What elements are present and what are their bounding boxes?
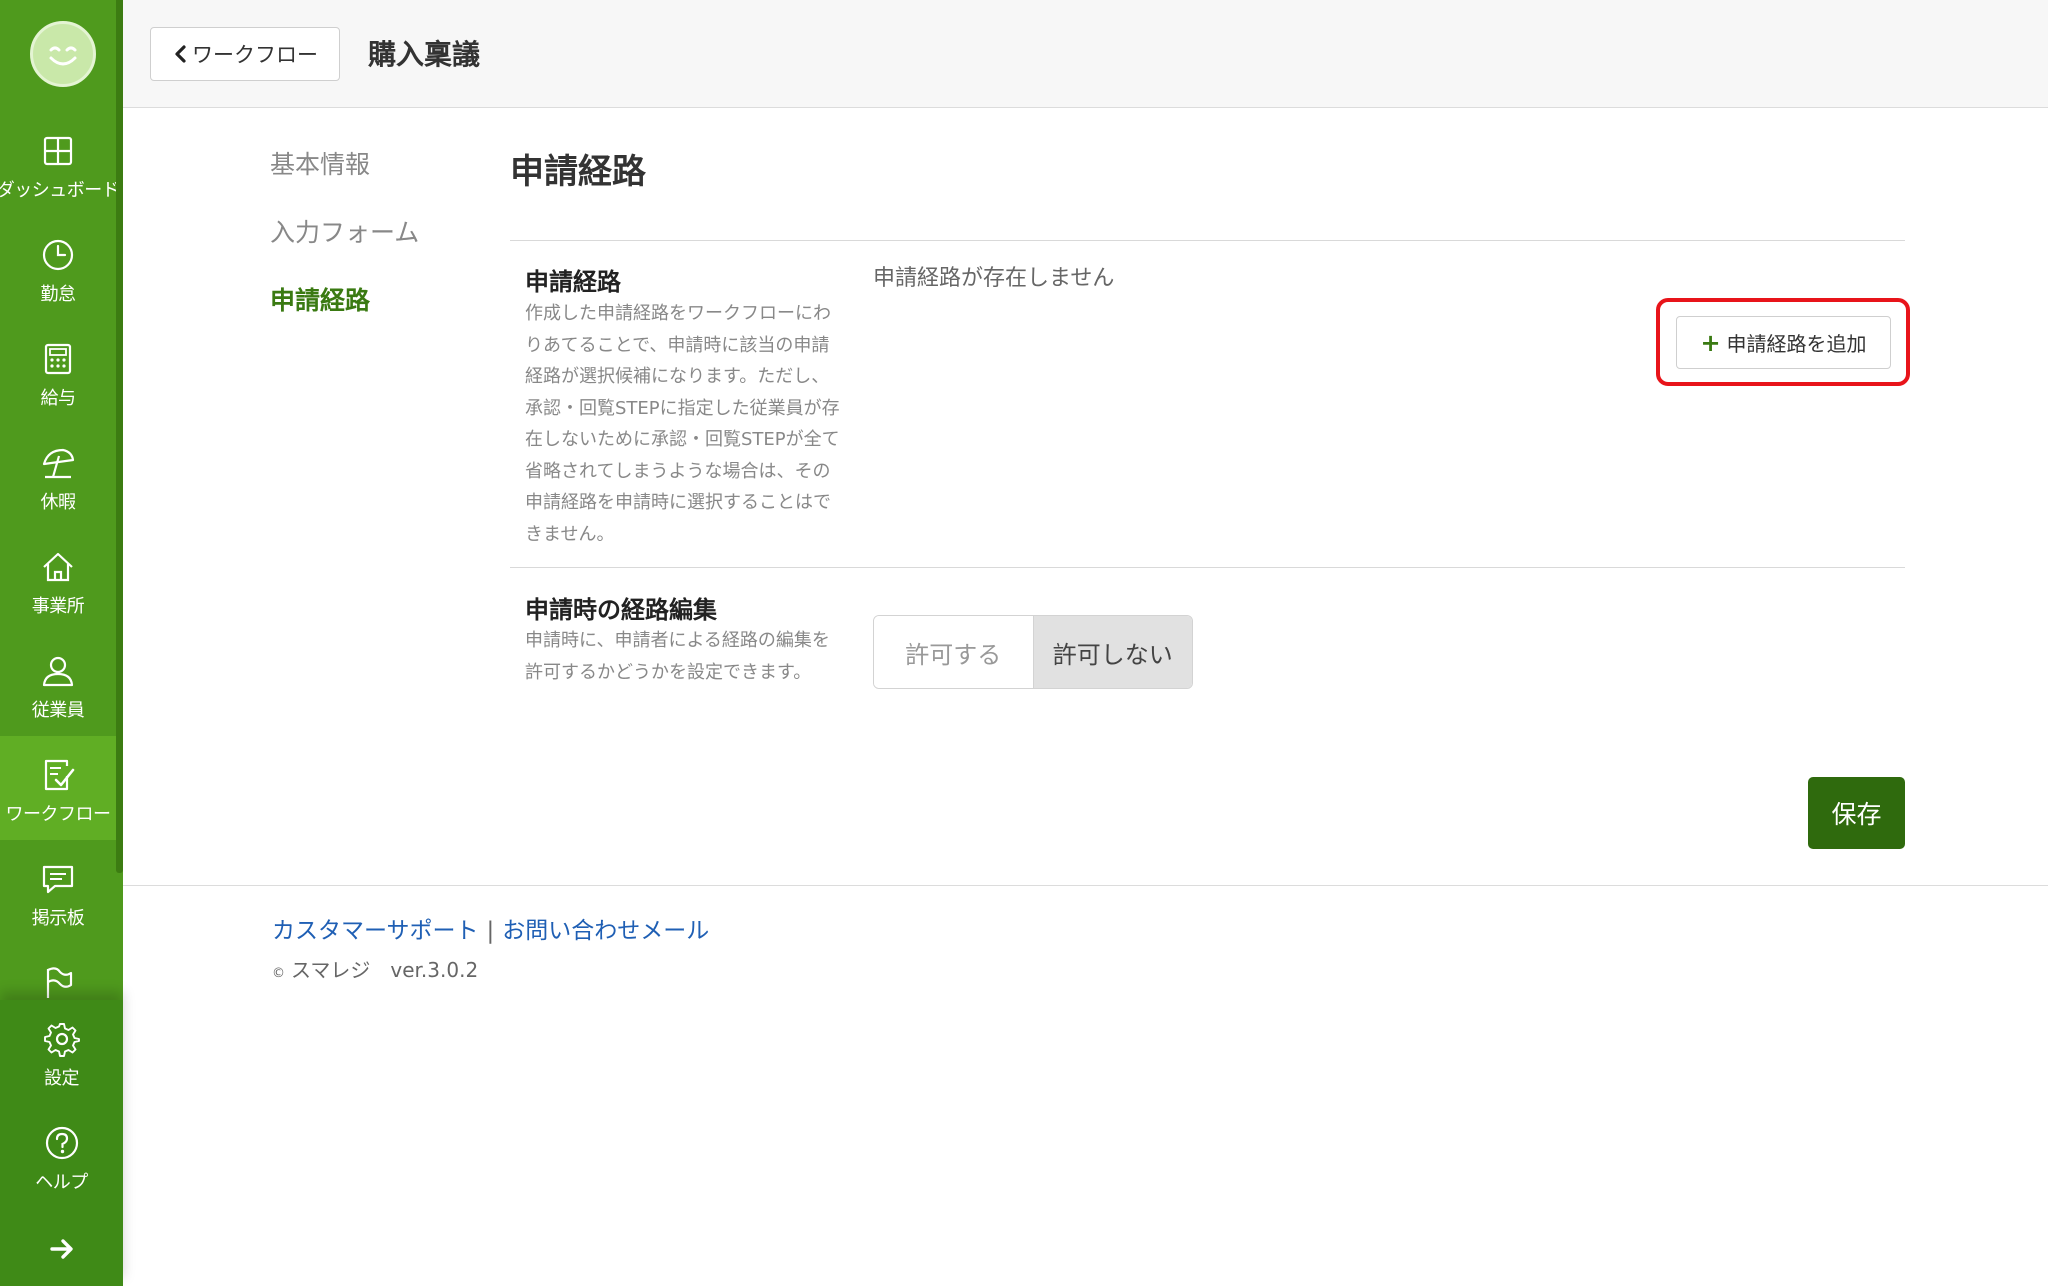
arrow-right-icon: [49, 1239, 73, 1259]
sidebar-item-label: 事業所: [31, 596, 85, 617]
route-edit-row-label: 申請時の経路編集: [525, 596, 717, 624]
sidebar-item-employees[interactable]: 従業員: [0, 632, 116, 736]
sidebar-item-label: ダッシュボード: [0, 180, 120, 201]
smile-logo-icon: [49, 46, 77, 66]
add-route-button-label: 申請経路を追加: [1726, 332, 1867, 356]
customer-support-link[interactable]: カスタマーサポート: [272, 918, 479, 944]
person-icon: [42, 656, 74, 687]
sidebar-item-flag[interactable]: [0, 944, 116, 1000]
sidebar-item-label: ワークフロー: [5, 804, 112, 825]
clock-icon: [42, 239, 74, 271]
sidebar-item-attendance[interactable]: 勤怠: [0, 216, 116, 320]
contact-email-link[interactable]: お問い合わせメール: [502, 918, 709, 944]
footer-divider: [123, 885, 2048, 886]
sidebar-bottom-nav: 設定 ヘルプ: [0, 1000, 123, 1286]
route-edit-toggle: 許可する 許可しない: [873, 615, 1193, 689]
footer-links: カスタマーサポート | お問い合わせメール: [272, 911, 709, 945]
help-icon: [45, 1126, 78, 1160]
subnav-item-input-form[interactable]: 入力フォーム: [270, 216, 419, 284]
sidebar-item-payroll[interactable]: 給与: [0, 320, 116, 424]
save-button[interactable]: 保存: [1808, 777, 1905, 849]
page-title: 購入稟議: [368, 38, 481, 71]
sidebar-item-office[interactable]: 事業所: [0, 528, 116, 632]
beach-umbrella-icon: [42, 448, 75, 479]
app-logo[interactable]: [30, 21, 96, 87]
sidebar: ダッシュボード 勤怠 給与 休暇 事業所 従業員 ワークフロー 掲示板 設定 ヘ…: [0, 0, 123, 1286]
empty-route-message: 申請経路が存在しません: [873, 266, 1115, 291]
calculator-icon: [44, 343, 72, 375]
divider: [510, 567, 1905, 568]
checklist-icon: [44, 759, 75, 791]
sidebar-nav: ダッシュボード 勤怠 給与 休暇 事業所 従業員 ワークフロー 掲示板: [0, 0, 123, 1000]
app-version: ver.3.0.2: [390, 958, 479, 982]
subnav-item-route[interactable]: 申請経路: [270, 284, 419, 352]
sidebar-item-label: 従業員: [31, 700, 85, 721]
sidebar-item-help[interactable]: ヘルプ: [0, 1104, 123, 1208]
home-icon: [43, 552, 73, 582]
route-row-description: 作成した申請経路をワークフローにわりあてることで、申請時に該当の申請経路が選択候…: [525, 303, 840, 545]
settings-subnav: 基本情報 入力フォーム 申請経路: [270, 148, 419, 352]
route-row-label: 申請経路: [525, 268, 621, 296]
route-edit-row-description: 申請時に、申請者による経路の編集を許可するかどうかを設定できます。: [525, 630, 830, 683]
disallow-option[interactable]: 許可しない: [1032, 616, 1192, 688]
sidebar-expand-button[interactable]: [0, 1216, 123, 1286]
back-button-label: ワークフロー: [192, 43, 318, 67]
sidebar-item-workflow[interactable]: ワークフロー: [0, 736, 116, 840]
sidebar-item-label: 掲示板: [31, 908, 85, 929]
copyright-mark: ©: [272, 966, 285, 981]
add-route-button[interactable]: + 申請経路を追加: [1676, 316, 1891, 369]
gear-icon: [43, 1023, 80, 1057]
message-icon: [42, 865, 74, 894]
section-title: 申請経路: [510, 152, 646, 192]
subnav-item-basic-info[interactable]: 基本情報: [270, 148, 419, 216]
sidebar-scrollbar[interactable]: [116, 0, 123, 873]
sidebar-item-label: 設定: [44, 1068, 80, 1089]
sidebar-item-dashboard[interactable]: ダッシュボード: [0, 112, 120, 216]
sidebar-item-label: 勤怠: [40, 284, 77, 305]
sidebar-item-vacation[interactable]: 休暇: [0, 424, 116, 528]
sidebar-item-label: ヘルプ: [35, 1172, 88, 1193]
back-button[interactable]: ワークフロー: [150, 27, 340, 81]
flag-icon: [46, 967, 73, 998]
sidebar-item-bulletin[interactable]: 掲示板: [0, 840, 116, 944]
divider: [510, 240, 1905, 241]
plus-icon: +: [1700, 328, 1721, 357]
page-header: ワークフロー 購入稟議: [123, 0, 2048, 108]
chevron-left-icon: [175, 45, 186, 63]
allow-option[interactable]: 許可する: [874, 616, 1033, 688]
sidebar-item-label: 給与: [40, 388, 77, 409]
company-name: スマレジ: [291, 958, 371, 982]
footer-separator: |: [486, 918, 495, 944]
footer-copyright: © スマレジ ver.3.0.2: [272, 954, 478, 983]
sidebar-item-label: 休暇: [40, 492, 77, 513]
sidebar-item-settings[interactable]: 設定: [0, 1000, 123, 1104]
dashboard-icon: [43, 136, 73, 166]
